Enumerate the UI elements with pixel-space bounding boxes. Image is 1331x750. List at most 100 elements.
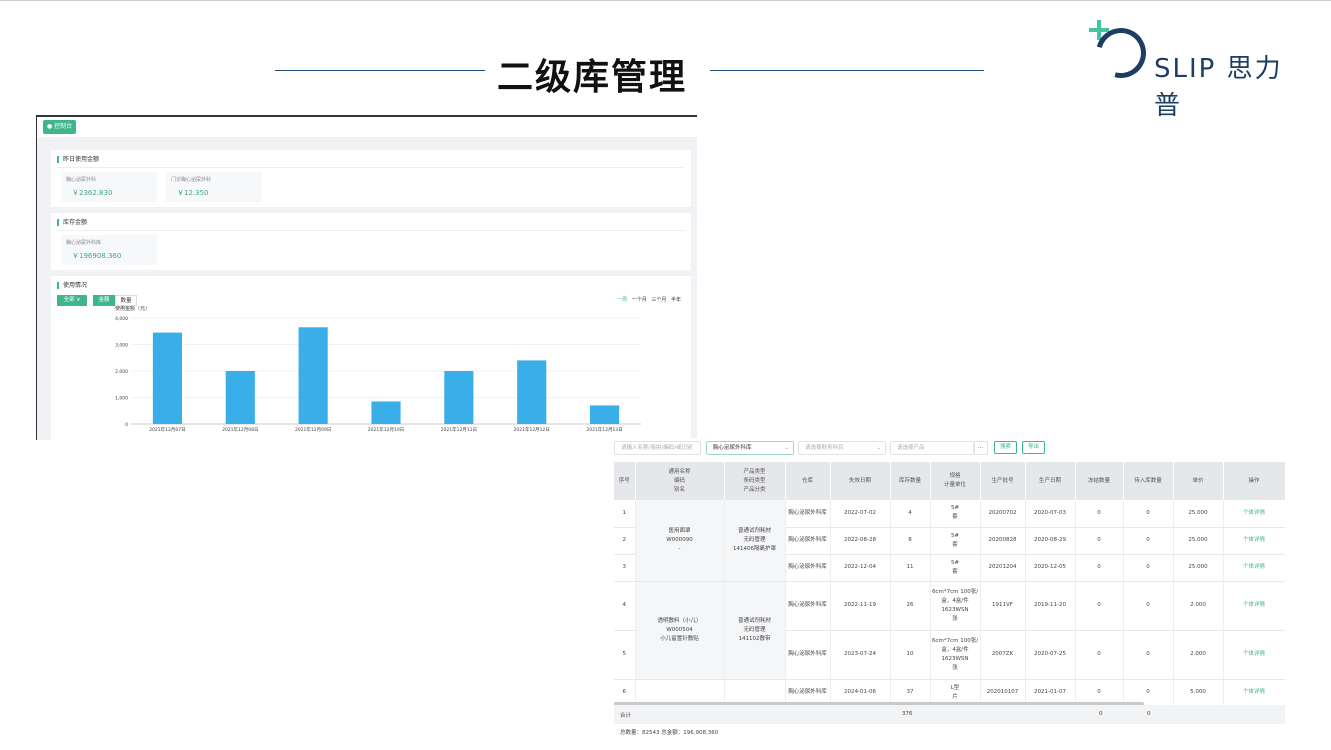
table-cell: 胸心泌尿外科库 [785,527,831,555]
column-header: 规格 计量单位 [930,462,981,500]
column-header: 仓库 [785,462,831,500]
bar [590,405,620,424]
column-header: 通用名称 编码 别名 [635,462,725,500]
table-cell: 胸心泌尿外科库 [785,630,831,680]
export-button[interactable]: 导出 [1022,441,1045,454]
search-button[interactable]: 搜索 [994,441,1017,454]
card-divider [57,230,685,231]
search-input[interactable]: 请输入名称/简拼/编码/或识别 [614,441,701,455]
subject-select[interactable]: 请选择财务科目 ⌄ [798,441,886,455]
stat-box: 门诊胸心泌尿外科 ￥12.350 [166,172,262,202]
summary-text: 总数量：82543 总金额：196,908.360 [620,730,719,736]
detail-link[interactable]: 个体详情 [1223,581,1285,631]
table-cell: 2.000 [1173,630,1224,680]
product-name-cell: 透明敷料（小儿） W000504 小儿留置针敷贴 [635,581,725,680]
table-cell: 胸心泌尿外科库 [785,581,831,631]
column-header: 待入库数量 [1123,462,1174,500]
table-cell: 0 [1075,500,1124,528]
inventory-table-screenshot: 请输入名称/简拼/编码/或识别 胸心泌尿外科库 ⌄ 请选择财务科目 ⌄ 请选择产品 … [614,438,1285,743]
table-cell: 2020-12-05 [1025,554,1076,582]
logo-text: SLIP 思力普 [1154,54,1283,121]
range-3month[interactable]: 三个月 [651,297,666,303]
y-tick-label: 4,000 [115,316,128,322]
column-header: 生产日期 [1025,462,1076,500]
filter-bar: 请输入名称/简拼/编码/或识别 胸心泌尿外科库 ⌄ 请选择财务科目 ⌄ 请选择产品 … [614,438,1285,462]
table-cell: 1911VF [980,581,1026,631]
product-type-cell: 普通试剂耗材 无码管理 141406隔离护罩 [724,500,786,582]
card-divider [57,167,685,168]
table-cell: 0 [1123,630,1174,680]
table-cell: 0 [1075,581,1124,631]
stat-label: 胸心泌尿外科库 [66,240,102,246]
category-filter-dropdown[interactable]: 全部 ∨ [57,295,87,306]
table-cell: 25.000 [1173,500,1224,528]
more-button[interactable]: ··· [974,441,988,455]
product-type-cell: 普通试剂耗材 无码管理 141102敷带 [724,581,786,680]
toggle-amount[interactable]: 金额 [93,295,115,306]
x-tick-label: 2021年12月12日 [514,426,550,433]
column-header: 操作 [1223,462,1285,500]
table-cell: 8 [890,527,931,555]
detail-link[interactable]: 个体详情 [1223,554,1285,582]
table-cell: 20201204 [980,554,1026,582]
subject-placeholder: 请选择财务科目 [805,445,844,451]
toggle-quantity[interactable]: 数量 [115,295,137,306]
table-cell: 2022-12-04 [830,554,891,582]
page-title: 二级库管理 [496,57,687,98]
bar [517,360,547,424]
table-row: 4 透明敷料（小儿） W000504 小儿留置针敷贴 普通试剂耗材 无码管理 141102敷… [614,581,1285,680]
title-line-left [275,70,485,71]
table-row: 1 医用面罩 W000090- 普通试剂耗材 无码管理 141406隔离护罩 胸心泌尿外科库… [614,500,1285,582]
table-cell: 4 [890,500,931,528]
detail-link[interactable]: 个体详情 [1223,630,1285,680]
range-selector: 一周 一个月 三个月 半年 [614,296,681,303]
pending-total: 0 [1147,711,1151,717]
product-select[interactable]: 请选择产品 [890,441,974,455]
stat-label: 门诊胸心泌尿外科 [171,177,212,183]
range-month[interactable]: 一个月 [632,297,647,303]
table-cell: 2.000 [1173,581,1224,631]
card-title: 昨日使用金额 [57,156,99,163]
x-tick-label: 2021年12月10日 [368,426,404,433]
range-halfyear[interactable]: 半年 [671,297,681,303]
table-cell: 11 [890,554,931,582]
table-cell: 1 [614,500,636,528]
table-cell: 26 [890,581,931,631]
detail-link[interactable]: 个体详情 [1223,527,1285,555]
table-cell: 2020-07-03 [1025,500,1076,528]
table-cell: 2 [614,527,636,555]
bar [444,371,474,424]
bar [298,327,328,424]
frozen-total: 0 [1099,711,1103,717]
detail-link[interactable]: 个体详情 [1223,679,1285,707]
usage-card: 使用情况 全部 ∨ 金额 数量 一周 一个月 三个月 半年 使用金额（元） 0 1,… [51,276,691,440]
bar [225,371,255,424]
table-cell: 10 [890,630,931,680]
stat-value: ￥2362.830 [72,189,113,197]
table-cell: 0 [1123,581,1174,631]
table-cell: 5.000 [1173,679,1224,707]
stock-total: 376 [902,711,913,717]
tab-console[interactable]: ● 控制台 [43,120,77,134]
table-cell: 6cm*7cm 100张/盒，4盒/件 1623WSN 张 [930,581,981,631]
chevron-down-icon: ⌄ [784,445,789,451]
stat-value: ￥12.350 [177,189,209,197]
stat-box: 胸心泌尿外科库 ￥196908.360 [61,235,157,265]
table-cell: 5 [614,630,636,680]
table-cell: 25.000 [1173,527,1224,555]
table-body: 1 医用面罩 W000090- 普通试剂耗材 无码管理 141406隔离护罩 胸心泌尿外科库… [614,500,1285,707]
dept-select[interactable]: 胸心泌尿外科库 ⌄ [706,441,794,455]
y-tick-label: 3,000 [115,343,128,349]
column-header: 单价 [1173,462,1224,500]
table-cell: 4 [614,581,636,631]
table-cell: 2022-11-19 [830,581,891,631]
dept-select-value: 胸心泌尿外科库 [713,445,752,451]
table-cell: 2007ZK [980,630,1026,680]
range-week[interactable]: 一周 [617,297,627,303]
top-border [0,0,1331,1]
usage-bar-chart: 使用金额（元） 0 1,000 2,000 3,000 4,000 2021年12月07日 2… [115,306,641,433]
detail-link[interactable]: 个体详情 [1223,500,1285,528]
x-tick-label: 2021年12月08日 [222,426,258,433]
footer-label: 合计 [620,713,632,719]
column-header: 序号 [614,462,636,500]
